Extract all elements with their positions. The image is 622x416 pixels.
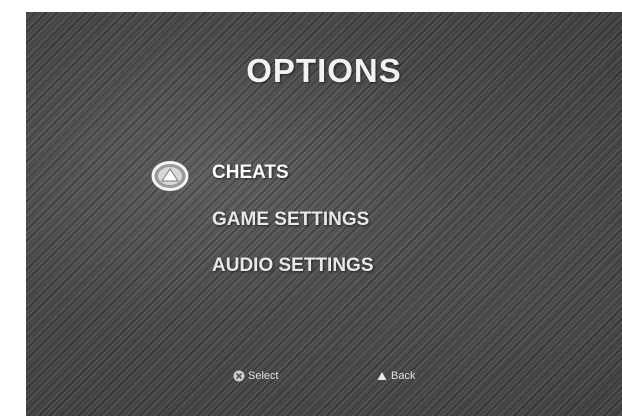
photo-frame: OPTIONS CHEATS GAME SETTINGS AUDIO SETTI… — [0, 0, 622, 416]
button-hints: Select Back — [26, 12, 622, 416]
back-hint-label: Back — [391, 370, 416, 382]
triangle-button-icon — [377, 372, 387, 380]
select-hint: Select — [233, 370, 279, 382]
game-screen: OPTIONS CHEATS GAME SETTINGS AUDIO SETTI… — [26, 12, 622, 416]
cross-button-icon — [233, 370, 245, 382]
select-hint-label: Select — [248, 370, 279, 382]
back-hint: Back — [376, 370, 415, 382]
